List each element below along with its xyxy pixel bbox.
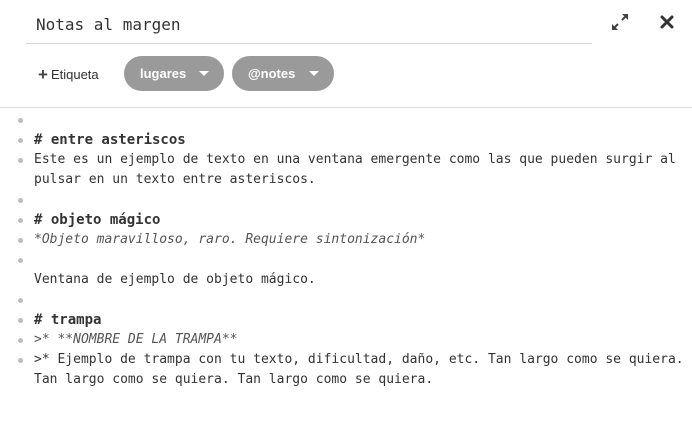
editor-line[interactable]: *Objeto maravilloso, raro. Requiere sint… xyxy=(0,230,692,250)
expand-icon[interactable] xyxy=(608,10,632,34)
line-text: *Objeto maravilloso, raro. Requiere sint… xyxy=(34,232,426,247)
bullet-icon xyxy=(18,198,23,203)
editor-line[interactable] xyxy=(0,250,692,270)
line-heading: # trampa xyxy=(34,312,102,328)
bullet-icon xyxy=(18,118,23,123)
bullet-icon xyxy=(18,298,23,303)
bullet-icon xyxy=(18,358,23,363)
tag-pill-lugares[interactable]: lugares xyxy=(124,56,224,91)
close-icon[interactable] xyxy=(655,10,679,34)
bullet-icon xyxy=(18,318,23,323)
line-text: Ventana de ejemplo de objeto mágico. xyxy=(34,272,316,287)
chevron-down-icon xyxy=(309,71,319,76)
editor-line[interactable]: Este es un ejemplo de texto en una venta… xyxy=(0,150,692,190)
line-text: >* **NOMBRE DE LA TRAMPA** xyxy=(34,332,238,347)
bullet-icon xyxy=(18,238,23,243)
bullet-icon xyxy=(18,218,23,223)
tag-pill-label: @notes xyxy=(248,66,296,81)
bullet-icon xyxy=(18,338,23,343)
editor-line[interactable] xyxy=(0,110,692,130)
line-heading: # entre asteriscos xyxy=(34,132,186,148)
editor-line[interactable]: # entre asteriscos xyxy=(0,130,692,150)
tag-pill-notes[interactable]: @notes xyxy=(232,56,334,91)
plus-icon: + xyxy=(38,64,48,84)
title-field-wrapper xyxy=(26,6,592,44)
editor-line[interactable] xyxy=(0,290,692,310)
editor-line[interactable]: # objeto mágico xyxy=(0,210,692,230)
tag-pill-label: lugares xyxy=(140,66,187,81)
line-heading: # objeto mágico xyxy=(34,212,161,228)
add-tag-label: Etiqueta xyxy=(50,66,99,82)
note-header: + Etiqueta lugares @notes xyxy=(0,0,692,108)
line-text: >* Ejemplo de trampa con tu texto, dific… xyxy=(34,352,692,387)
editor-line[interactable]: >* Ejemplo de trampa con tu texto, dific… xyxy=(0,350,692,390)
note-title-input[interactable] xyxy=(36,10,576,38)
bullet-icon xyxy=(18,258,23,263)
bullet-icon xyxy=(18,158,23,163)
tag-bar: + Etiqueta lugares @notes xyxy=(0,56,692,92)
note-editor[interactable]: # entre asteriscos Este es un ejemplo de… xyxy=(0,110,692,431)
editor-line[interactable] xyxy=(0,190,692,210)
editor-line[interactable]: # trampa xyxy=(0,310,692,330)
chevron-down-icon xyxy=(199,71,209,76)
editor-line[interactable]: >* **NOMBRE DE LA TRAMPA** xyxy=(0,330,692,350)
editor-line[interactable]: Ventana de ejemplo de objeto mágico. xyxy=(0,270,692,290)
line-text: Este es un ejemplo de texto en una venta… xyxy=(34,152,684,187)
add-tag-button[interactable]: + Etiqueta xyxy=(38,64,99,84)
bullet-icon xyxy=(18,138,23,143)
